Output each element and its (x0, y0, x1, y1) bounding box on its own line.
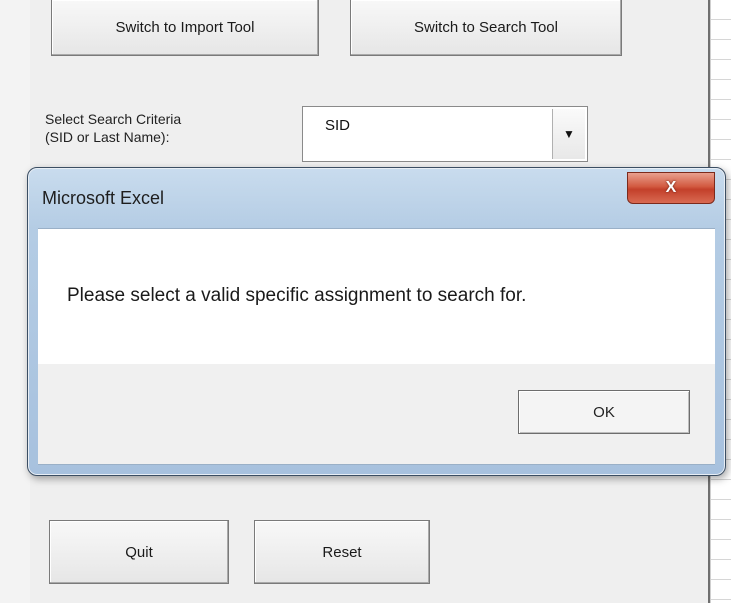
dialog-title: Microsoft Excel (42, 188, 165, 208)
switch-to-search-button[interactable]: Switch to Search Tool (350, 0, 622, 56)
reset-label: Reset (322, 543, 362, 561)
ok-label: OK (593, 403, 615, 421)
close-glyph: X (665, 179, 677, 196)
dialog-body: Please select a valid specific assignmen… (38, 228, 715, 365)
dialog-message: Please select a valid specific assignmen… (67, 285, 527, 306)
search-criteria-label-line2: (SID or Last Name): (45, 129, 170, 145)
search-criteria-combobox[interactable]: SID ▼ (302, 106, 588, 162)
chevron-down-icon[interactable]: ▼ (552, 109, 585, 159)
dialog-footer: OK (38, 364, 715, 465)
switch-to-import-label: Switch to Import Tool (115, 19, 255, 36)
quit-label: Quit (125, 543, 153, 561)
close-icon[interactable]: X (627, 172, 715, 204)
search-criteria-label-line1: Select Search Criteria (45, 111, 182, 127)
message-dialog: Microsoft Excel X Please select a valid … (27, 167, 726, 476)
reset-button[interactable]: Reset (254, 520, 430, 584)
ok-button[interactable]: OK (518, 390, 690, 434)
switch-to-search-label: Switch to Search Tool (414, 19, 558, 36)
search-criteria-value: SID (325, 117, 351, 134)
dialog-titlebar[interactable]: Microsoft Excel X (28, 168, 725, 220)
quit-button[interactable]: Quit (49, 520, 229, 584)
search-criteria-label: Select Search Criteria (SID or Last Name… (45, 110, 181, 146)
row-marker (0, 20, 12, 38)
switch-to-import-button[interactable]: Switch to Import Tool (51, 0, 319, 56)
